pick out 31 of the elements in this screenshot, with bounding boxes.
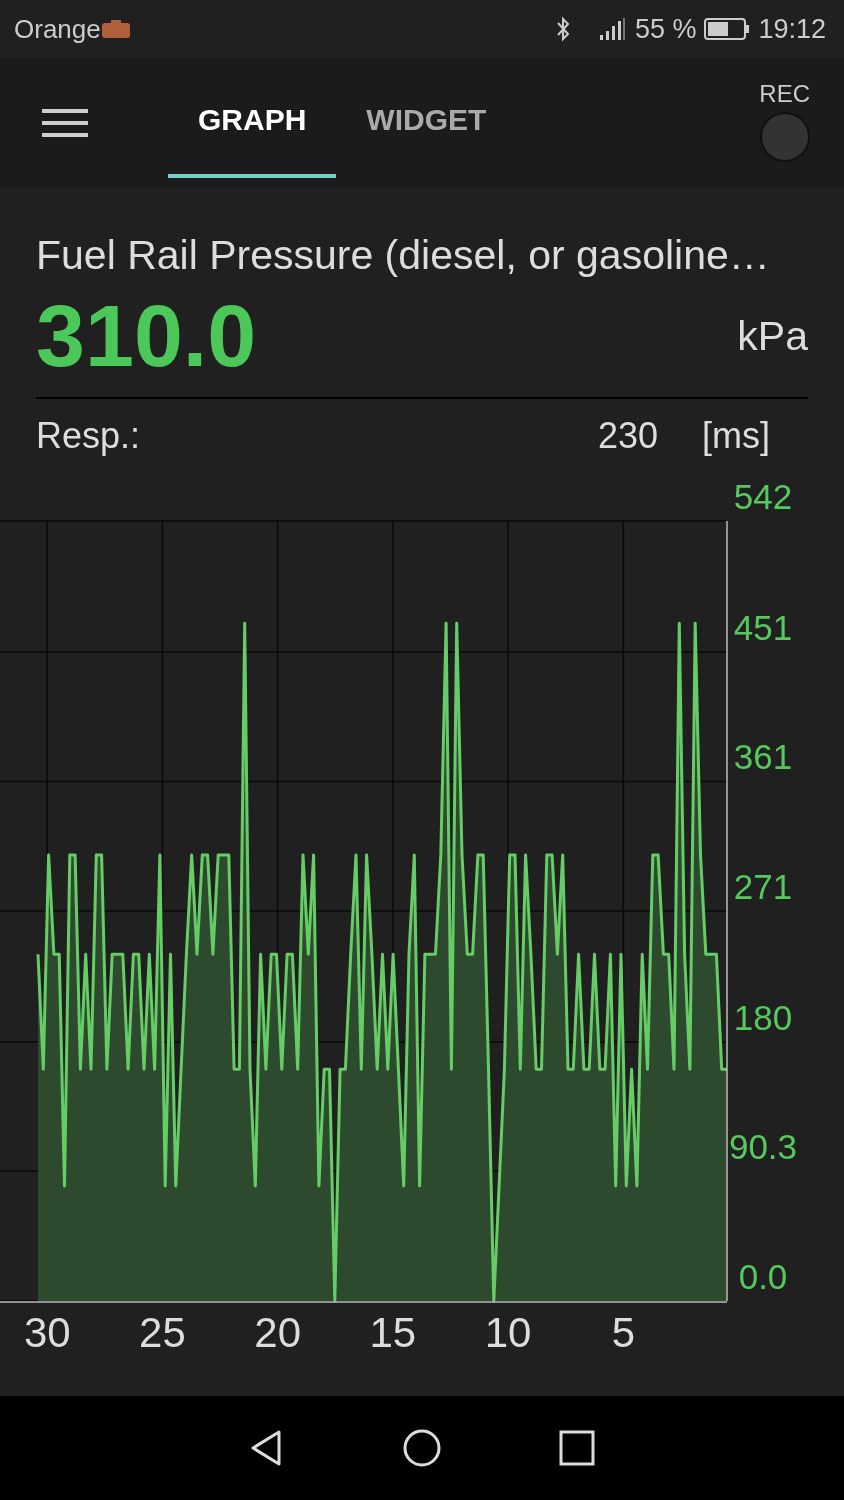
home-icon[interactable] xyxy=(402,1428,442,1468)
battery-icon xyxy=(704,18,751,40)
rec-label: REC xyxy=(759,80,810,108)
response-unit: [ms] xyxy=(702,415,770,457)
x-axis-label: 10 xyxy=(484,1309,532,1347)
x-axis-label: 20 xyxy=(254,1309,301,1347)
y-axis-label: 271 xyxy=(733,867,793,906)
y-axis-label: 542 xyxy=(733,477,793,516)
battery-percent: 55 % xyxy=(634,13,697,45)
y-axis-label: 180 xyxy=(733,997,793,1037)
bluetooth-icon xyxy=(554,16,571,42)
response-value: 230 xyxy=(597,415,658,457)
menu-icon[interactable] xyxy=(42,108,88,138)
y-axis-label: 90.3 xyxy=(728,1127,798,1167)
x-axis-label: 30 xyxy=(23,1309,71,1347)
sensor-value: 310.0 xyxy=(36,285,257,387)
y-axis-label: 0.0 xyxy=(738,1257,788,1296)
y-axis-label: 361 xyxy=(733,737,793,777)
signal-icon xyxy=(598,17,627,41)
clock: 19:12 xyxy=(758,13,826,45)
x-axis-label: 5 xyxy=(611,1309,635,1347)
camera-icon xyxy=(100,18,131,40)
x-axis-label: 15 xyxy=(369,1309,417,1347)
x-axis-label: 25 xyxy=(139,1309,186,1347)
response-label: Resp.: xyxy=(36,415,141,457)
sensor-title: Fuel Rail Pressure (diesel, or gasoline… xyxy=(35,232,771,279)
tab[interactable]: WIDGET xyxy=(336,58,517,178)
carrier-name: Orange xyxy=(14,13,101,45)
y-axis-label: 451 xyxy=(733,607,793,647)
unit-label: kPa xyxy=(737,312,808,360)
tab[interactable]: GRAPH xyxy=(168,58,337,178)
